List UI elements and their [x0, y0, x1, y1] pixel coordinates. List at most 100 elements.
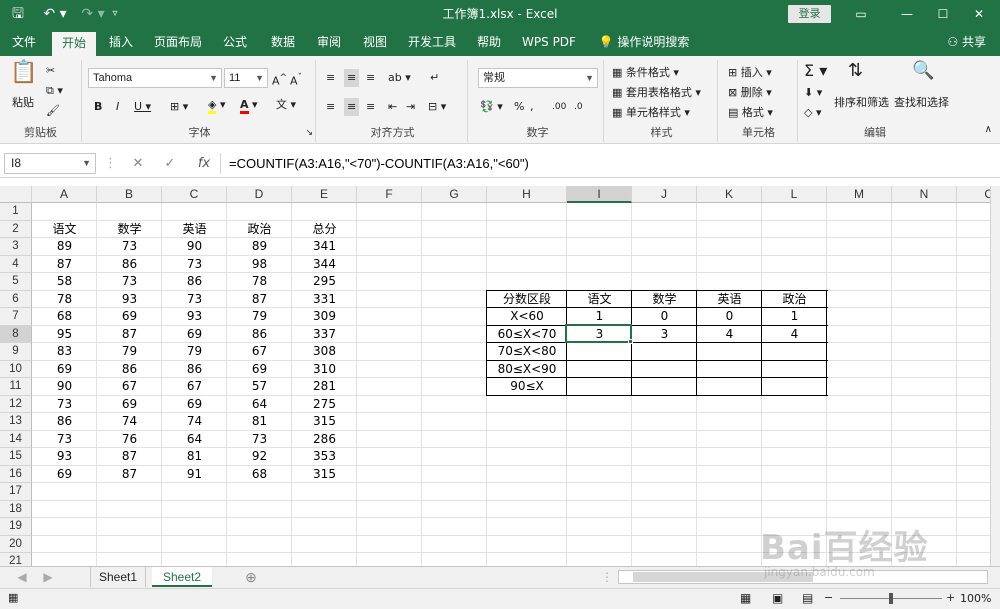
- increase-indent-icon[interactable]: ⇥: [406, 98, 415, 116]
- font-name-combo[interactable]: Tahoma ▼: [88, 68, 222, 88]
- score-cell[interactable]: 87: [97, 466, 162, 484]
- autosum-icon[interactable]: Σ ▾: [804, 62, 827, 80]
- row-header[interactable]: 21: [0, 553, 32, 566]
- spreadsheet-grid[interactable]: A B C D E F G H I J K L M N O 1 2 3 4 5 6 7 8 9 10 11 12 13 14 15 16 17…: [0, 186, 990, 566]
- score-cell[interactable]: 57: [227, 378, 292, 396]
- summary-cell[interactable]: 4: [762, 326, 827, 344]
- score-cell[interactable]: 69: [32, 361, 97, 379]
- score-cell[interactable]: 275: [292, 396, 357, 414]
- align-bottom-icon[interactable]: ≡: [366, 69, 375, 87]
- row-header[interactable]: 6: [0, 290, 32, 308]
- summary-cell[interactable]: 4: [697, 326, 762, 344]
- sort-filter-button[interactable]: 排序和筛选: [834, 94, 889, 112]
- summary-header-cell[interactable]: 分数区段: [487, 291, 567, 309]
- score-cell[interactable]: 337: [292, 326, 357, 344]
- zoom-out-icon[interactable]: −: [824, 591, 833, 604]
- row-header[interactable]: 4: [0, 255, 32, 273]
- score-cell[interactable]: 78: [32, 291, 97, 309]
- score-cell[interactable]: 86: [32, 413, 97, 431]
- row-header[interactable]: 10: [0, 360, 32, 378]
- score-cell[interactable]: 69: [162, 326, 227, 344]
- insert-cells-button[interactable]: ⊞ 插入 ▾: [728, 64, 772, 82]
- cut-icon[interactable]: ✂: [46, 62, 55, 80]
- formula-input[interactable]: =COUNTIF(A3:A16,"<70")-COUNTIF(A3:A16,"<…: [220, 153, 1000, 174]
- score-cell[interactable]: 81: [227, 413, 292, 431]
- score-cell[interactable]: 67: [227, 343, 292, 361]
- summary-cell[interactable]: [567, 361, 632, 379]
- phonetic-icon[interactable]: 文 ▾: [276, 96, 296, 114]
- score-cell[interactable]: 91: [162, 466, 227, 484]
- conditional-format-button[interactable]: ▦ 条件格式 ▾: [612, 64, 679, 82]
- header-cell[interactable]: 英语: [162, 221, 227, 239]
- score-cell[interactable]: 76: [97, 431, 162, 449]
- cancel-icon[interactable]: ✕: [128, 154, 148, 174]
- fill-handle[interactable]: [628, 339, 633, 344]
- score-cell[interactable]: 78: [227, 273, 292, 291]
- score-cell[interactable]: 73: [162, 256, 227, 274]
- score-cell[interactable]: 73: [97, 238, 162, 256]
- score-cell[interactable]: 95: [32, 326, 97, 344]
- percent-icon[interactable]: %: [514, 98, 524, 116]
- tab-split-icon[interactable]: ⋮: [600, 567, 614, 587]
- column-header[interactable]: L: [762, 186, 827, 203]
- column-header[interactable]: I: [567, 186, 632, 203]
- border-icon[interactable]: ⊞ ▾: [170, 98, 188, 116]
- score-cell[interactable]: 86: [227, 326, 292, 344]
- score-cell[interactable]: 341: [292, 238, 357, 256]
- redo-icon[interactable]: ↷ ▾: [76, 0, 110, 28]
- summary-cell[interactable]: [632, 378, 697, 396]
- horizontal-scrollbar[interactable]: [618, 570, 988, 584]
- score-cell[interactable]: 67: [97, 378, 162, 396]
- tab-developer[interactable]: 开发工具: [402, 28, 462, 56]
- score-cell[interactable]: 69: [97, 396, 162, 414]
- zoom-in-icon[interactable]: +: [946, 591, 955, 604]
- score-cell[interactable]: 90: [32, 378, 97, 396]
- share-button[interactable]: ⚇ 共享: [947, 28, 986, 56]
- score-cell[interactable]: 93: [32, 448, 97, 466]
- summary-cell[interactable]: [697, 361, 762, 379]
- summary-cell[interactable]: 3: [632, 326, 697, 344]
- score-cell[interactable]: 68: [32, 308, 97, 326]
- summary-cell[interactable]: X<60: [487, 308, 567, 326]
- decrease-indent-icon[interactable]: ⇤: [388, 98, 397, 116]
- summary-header-cell[interactable]: 数学: [632, 291, 697, 309]
- enter-icon[interactable]: ✓: [160, 154, 180, 174]
- login-button[interactable]: 登录: [788, 5, 831, 23]
- merge-center-icon[interactable]: ⊟ ▾: [428, 98, 446, 116]
- sheet-tab-sheet1[interactable]: Sheet1: [90, 567, 146, 587]
- vertical-scrollbar[interactable]: [990, 186, 1000, 566]
- zoom-level[interactable]: 100%: [960, 592, 991, 605]
- select-all-corner[interactable]: [0, 186, 32, 203]
- score-cell[interactable]: 309: [292, 308, 357, 326]
- format-cells-button[interactable]: ▤ 格式 ▾: [728, 104, 773, 122]
- tab-review[interactable]: 审阅: [308, 28, 350, 56]
- font-size-combo[interactable]: 11 ▼: [224, 68, 268, 88]
- align-middle-icon[interactable]: ≡: [344, 69, 360, 87]
- align-right-icon[interactable]: ≡: [366, 98, 375, 116]
- row-header[interactable]: 2: [0, 220, 32, 238]
- summary-cell[interactable]: 90≤X: [487, 378, 567, 396]
- column-header[interactable]: C: [162, 186, 227, 203]
- score-cell[interactable]: 87: [97, 326, 162, 344]
- prev-sheet-icon[interactable]: ◀: [14, 567, 30, 587]
- score-cell[interactable]: 353: [292, 448, 357, 466]
- column-header[interactable]: D: [227, 186, 292, 203]
- score-cell[interactable]: 73: [227, 431, 292, 449]
- ribbon-display-icon[interactable]: ▭: [838, 0, 884, 28]
- score-cell[interactable]: 86: [162, 361, 227, 379]
- summary-cell[interactable]: 80≤X<90: [487, 361, 567, 379]
- score-cell[interactable]: 281: [292, 378, 357, 396]
- copy-icon[interactable]: ⧉ ▾: [46, 82, 63, 100]
- tab-help[interactable]: 帮助: [468, 28, 510, 56]
- row-header[interactable]: 5: [0, 273, 32, 291]
- sheet-tab-sheet2[interactable]: Sheet2: [152, 567, 212, 587]
- customize-qat-icon[interactable]: ▿: [108, 0, 122, 28]
- tab-formulas[interactable]: 公式: [214, 28, 256, 56]
- add-sheet-icon[interactable]: ⊕: [240, 567, 262, 587]
- bold-button[interactable]: B: [94, 98, 102, 116]
- score-cell[interactable]: 73: [162, 291, 227, 309]
- close-icon[interactable]: ✕: [956, 0, 1000, 28]
- delete-cells-button[interactable]: ⊠ 删除 ▾: [728, 84, 772, 102]
- summary-header-cell[interactable]: 英语: [697, 291, 762, 309]
- sort-filter-icon[interactable]: ⇅: [848, 62, 863, 80]
